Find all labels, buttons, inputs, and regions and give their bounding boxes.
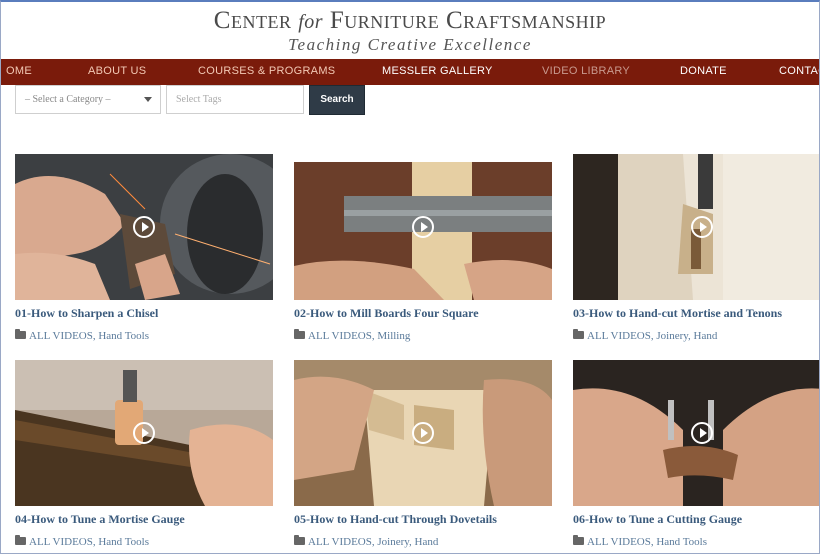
folder-icon <box>573 535 584 545</box>
video-categories-text[interactable]: ALL VIDEOS, Joinery, Hand <box>587 330 717 342</box>
video-thumbnail[interactable] <box>573 154 820 300</box>
nav-item-donate[interactable]: DONATE <box>680 65 727 77</box>
nav-item-home[interactable]: OME <box>6 65 32 77</box>
video-title[interactable]: 05-How to Hand-cut Through Dovetails <box>294 512 564 527</box>
video-title[interactable]: 04-How to Tune a Mortise Gauge <box>15 512 285 527</box>
nav-item-messler-gallery[interactable]: MESSLER GALLERY <box>382 65 493 77</box>
video-title[interactable]: 02-How to Mill Boards Four Square <box>294 306 564 321</box>
video-categories-text[interactable]: ALL VIDEOS, Milling <box>308 330 410 342</box>
category-select-value: – Select a Category – <box>25 94 111 105</box>
video-categories: ALL VIDEOS, Hand Tools <box>15 535 149 548</box>
tags-select[interactable]: Select Tags <box>166 85 304 114</box>
video-thumbnail[interactable] <box>294 154 552 300</box>
folder-icon <box>573 329 584 339</box>
video-title[interactable]: 03-How to Hand-cut Mortise and Tenons <box>573 306 820 321</box>
main-nav: OME ABOUT US COURSES & PROGRAMS MESSLER … <box>0 59 820 85</box>
video-title[interactable]: 06-How to Tune a Cutting Gauge <box>573 512 820 527</box>
video-categories-text[interactable]: ALL VIDEOS, Hand Tools <box>29 536 149 548</box>
tags-select-placeholder: Select Tags <box>176 94 222 105</box>
video-thumbnail[interactable] <box>294 360 552 506</box>
folder-icon <box>294 329 305 339</box>
video-thumbnail[interactable] <box>15 360 273 506</box>
chevron-down-icon <box>144 97 152 102</box>
site-title-center: Center <box>213 7 292 34</box>
folder-icon <box>15 535 26 545</box>
search-button[interactable]: Search <box>309 85 365 115</box>
video-categories: ALL VIDEOS, Milling <box>294 329 410 342</box>
site-title-for: for <box>298 11 324 33</box>
video-thumbnail[interactable] <box>573 360 820 506</box>
folder-icon <box>15 329 26 339</box>
nav-item-courses-programs[interactable]: COURSES & PROGRAMS <box>198 65 335 77</box>
play-icon[interactable] <box>133 216 155 238</box>
play-icon[interactable] <box>412 422 434 444</box>
video-categories: ALL VIDEOS, Hand Tools <box>15 329 149 342</box>
nav-item-contact[interactable]: CONTAC <box>779 65 820 77</box>
category-select[interactable]: – Select a Category – <box>15 85 161 114</box>
play-icon[interactable] <box>133 422 155 444</box>
site-title[interactable]: Center for Furniture Craftsmanship <box>0 7 820 35</box>
video-categories-text[interactable]: ALL VIDEOS, Joinery, Hand <box>308 536 438 548</box>
play-icon[interactable] <box>412 216 434 238</box>
nav-item-about-us[interactable]: ABOUT US <box>88 65 146 77</box>
video-categories-text[interactable]: ALL VIDEOS, Hand Tools <box>587 536 707 548</box>
video-categories: ALL VIDEOS, Joinery, Hand <box>573 329 717 342</box>
site-tagline: Teaching Creative Excellence <box>288 35 532 54</box>
site-header: Center for Furniture Craftsmanship Teach… <box>0 0 820 58</box>
video-categories-text[interactable]: ALL VIDEOS, Hand Tools <box>29 330 149 342</box>
video-title[interactable]: 01-How to Sharpen a Chisel <box>15 306 285 321</box>
video-categories: ALL VIDEOS, Hand Tools <box>573 535 707 548</box>
play-icon[interactable] <box>691 422 713 444</box>
video-categories: ALL VIDEOS, Joinery, Hand <box>294 535 438 548</box>
folder-icon <box>294 535 305 545</box>
play-icon[interactable] <box>691 216 713 238</box>
nav-item-video-library[interactable]: VIDEO LIBRARY <box>542 65 630 77</box>
site-title-name: Furniture Craftsmanship <box>329 7 607 34</box>
video-thumbnail[interactable] <box>15 154 273 300</box>
